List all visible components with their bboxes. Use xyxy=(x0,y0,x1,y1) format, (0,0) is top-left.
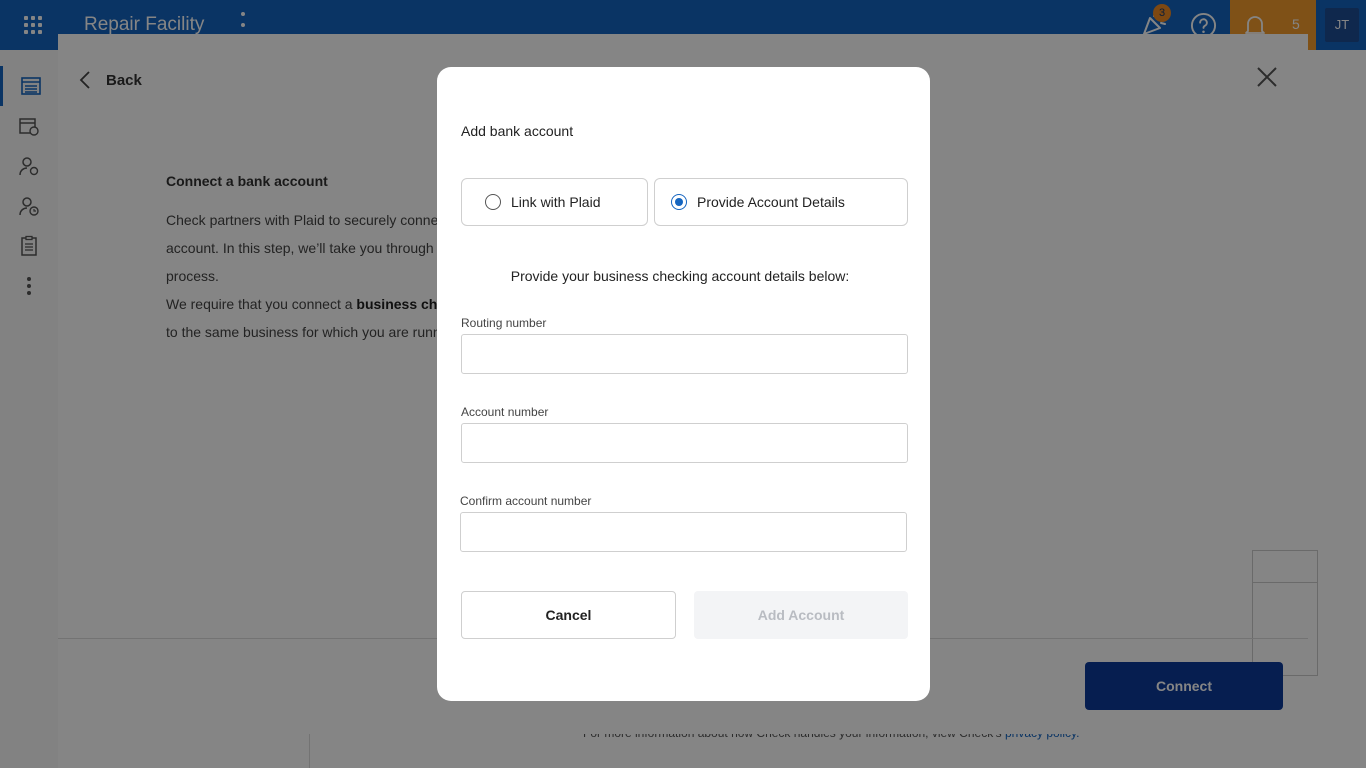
radio-unchecked-icon xyxy=(485,194,501,210)
link-with-plaid-option[interactable]: Link with Plaid xyxy=(461,178,648,226)
account-number-input[interactable] xyxy=(461,423,908,463)
radio-checked-icon xyxy=(671,194,687,210)
account-number-label: Account number xyxy=(461,405,549,419)
option-label: Link with Plaid xyxy=(511,194,601,210)
cancel-button[interactable]: Cancel xyxy=(461,591,676,639)
add-bank-account-dialog: Add bank account Link with Plaid Provide… xyxy=(437,67,930,701)
dialog-title: Add bank account xyxy=(461,123,574,139)
add-account-button[interactable]: Add Account xyxy=(694,591,908,639)
routing-number-input[interactable] xyxy=(461,334,908,374)
option-label: Provide Account Details xyxy=(697,194,845,210)
confirm-account-number-input[interactable] xyxy=(460,512,907,552)
routing-number-label: Routing number xyxy=(461,316,547,330)
confirm-account-number-label: Confirm account number xyxy=(460,494,592,508)
instructions-text: Provide your business checking account d… xyxy=(510,268,850,284)
provide-account-details-option[interactable]: Provide Account Details xyxy=(654,178,908,226)
